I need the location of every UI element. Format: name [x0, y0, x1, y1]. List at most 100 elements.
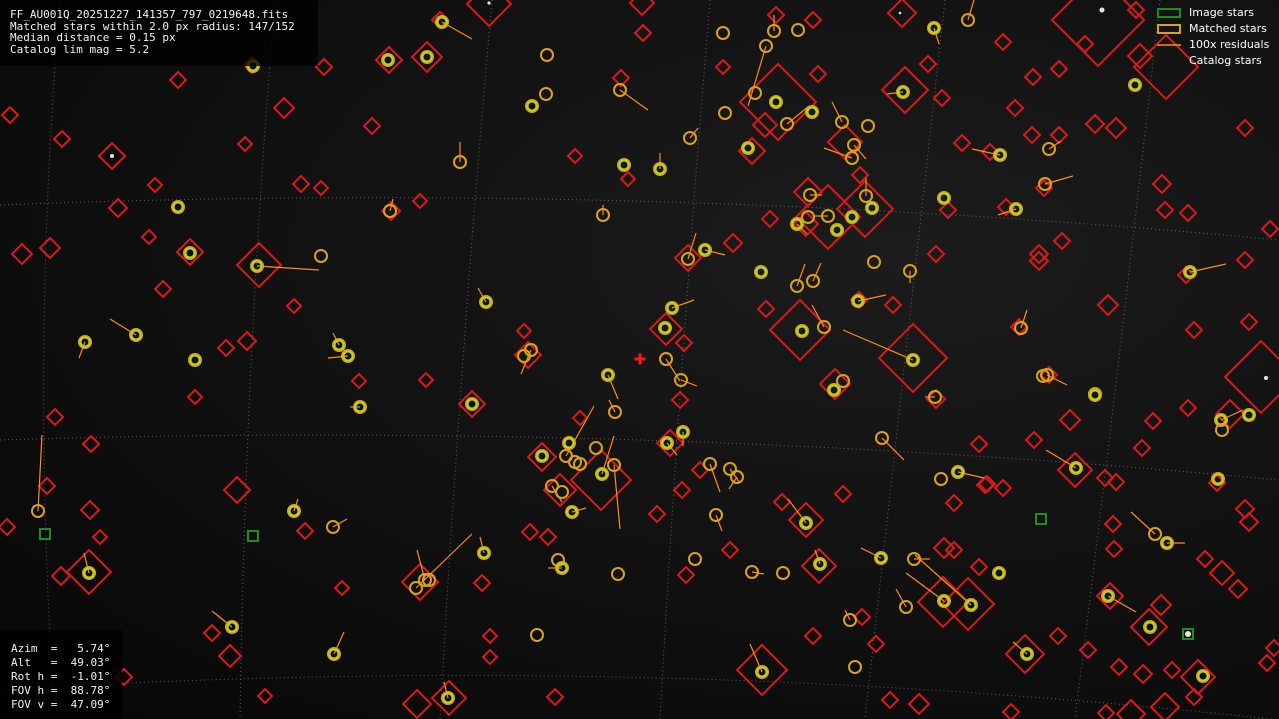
catalog-star-marker — [628, 0, 656, 17]
catalog-star-marker — [291, 174, 311, 194]
catalog-star-marker — [1115, 698, 1147, 719]
image-star-marker — [247, 530, 259, 542]
catalog-star-marker — [768, 298, 832, 362]
residual-line — [415, 533, 473, 589]
catalog-star-marker — [216, 338, 236, 358]
matched-star-marker — [867, 255, 881, 269]
catalog-star-marker — [538, 527, 558, 547]
catalog-star-marker — [333, 579, 351, 597]
catalog-star-marker — [1235, 118, 1255, 138]
catalog-star-marker — [907, 692, 931, 716]
catalog-star-marker — [1208, 559, 1236, 587]
image-star-marker — [1035, 513, 1047, 525]
catalog-star-marker — [633, 23, 653, 43]
catalog-star-marker — [45, 407, 65, 427]
catalog-star-marker — [803, 626, 823, 646]
catalog-star-marker — [993, 32, 1013, 52]
catalog-star-marker — [79, 499, 101, 521]
catalog-star-marker — [1096, 293, 1120, 317]
star-field-view[interactable] — [0, 0, 1279, 719]
catalog-star-marker — [1096, 703, 1116, 719]
image-star-markers — [39, 513, 1194, 640]
detected-star-marker — [1129, 79, 1141, 91]
residual-line — [881, 437, 905, 461]
catalog-star-marker — [886, 0, 918, 29]
green-square-icon — [1157, 8, 1181, 18]
catalog-star-marker — [751, 111, 779, 139]
legend-item-matched-stars: Matched stars — [1151, 21, 1279, 37]
catalog-star-marker — [1049, 59, 1069, 79]
legend-label-matched-stars: Matched stars — [1189, 22, 1267, 35]
catalog-star-marker — [0, 105, 20, 125]
matched-star-marker — [539, 87, 553, 101]
detected-star-marker — [866, 202, 878, 214]
catalog-star-marker — [1103, 514, 1123, 534]
catalog-star-marker — [417, 371, 435, 389]
catalog-star-marker — [720, 540, 740, 560]
catalog-star-marker — [866, 634, 886, 654]
matched-star-marker — [716, 26, 730, 40]
detected-star-marker — [618, 159, 630, 171]
image-star-marker — [39, 528, 51, 540]
grid-line — [439, 0, 493, 719]
catalog-star-marker — [545, 687, 565, 707]
detected-star-marker — [382, 54, 394, 66]
background-star — [1099, 7, 1105, 13]
catalog-star-marker — [285, 297, 303, 315]
catalog-star-marker — [50, 565, 72, 587]
detected-star-marker — [742, 142, 754, 154]
detected-star-marker — [993, 567, 1005, 579]
matched-star-marker — [861, 119, 875, 133]
residual-line — [886, 91, 904, 95]
catalog-star-marker — [91, 528, 109, 546]
catalog-star-marker — [792, 176, 824, 208]
catalog-star-marker — [690, 460, 710, 480]
background-star — [1185, 631, 1191, 637]
detected-star-marker — [770, 96, 782, 108]
catalog-star-marker — [880, 690, 900, 710]
center-cross-icon — [634, 353, 646, 365]
detected-star-marker — [846, 211, 858, 223]
catalog-star-marker — [481, 627, 499, 645]
grid-line — [43, 0, 61, 719]
catalog-star-marker — [1239, 312, 1259, 332]
catalog-star-marker — [202, 623, 222, 643]
catalog-star-marker — [1132, 663, 1154, 685]
fits-filename: FF_AU001Q_20251227_141357_797_0219648.fi… — [10, 8, 289, 21]
catalog-star-marker — [312, 179, 330, 197]
legend-label-residuals: 100x residuals — [1189, 38, 1270, 51]
catalog-star-marker — [217, 643, 243, 669]
center-marker — [634, 353, 646, 365]
catalog-star-marker — [481, 648, 499, 666]
matched-star-marker — [748, 86, 762, 100]
pointing-params-panel: Azim = 5.74° Alt = 49.03° Rot h = -1.01°… — [0, 630, 122, 719]
catalog-star-marker — [926, 244, 946, 264]
catalog-star-marker — [1104, 116, 1128, 140]
catalog-star-marker — [1257, 653, 1277, 673]
residual-line — [905, 572, 945, 602]
matched-star-marker — [540, 48, 554, 62]
catalog-star-marker — [833, 484, 853, 504]
detected-star-marker — [189, 354, 201, 366]
detected-star-marker — [1243, 409, 1255, 421]
catalog-star-marker — [647, 504, 667, 524]
catalog-star-marker — [1048, 626, 1068, 646]
matched-star-marker — [530, 628, 544, 642]
detected-star-marker — [659, 322, 671, 334]
catalog-star-marker — [1260, 219, 1279, 239]
detected-star-marker — [536, 450, 548, 462]
residual-line — [665, 358, 681, 382]
catalog-star-marker — [803, 10, 823, 30]
catalog-star-marker — [520, 522, 540, 542]
catalog-star-marker — [760, 209, 780, 229]
catalog-star-marker — [515, 322, 533, 340]
altitude-value: Alt = 49.03° — [11, 656, 111, 670]
catalog-star-marker — [457, 389, 487, 419]
catalog-star-marker — [1104, 539, 1124, 559]
residual-line — [332, 518, 348, 528]
matched-star-marker — [718, 106, 732, 120]
catalog-star-marker — [272, 96, 296, 120]
catalog-star-marker — [1235, 250, 1255, 270]
detected-star-marker — [1197, 670, 1209, 682]
residual-line — [1130, 511, 1156, 535]
